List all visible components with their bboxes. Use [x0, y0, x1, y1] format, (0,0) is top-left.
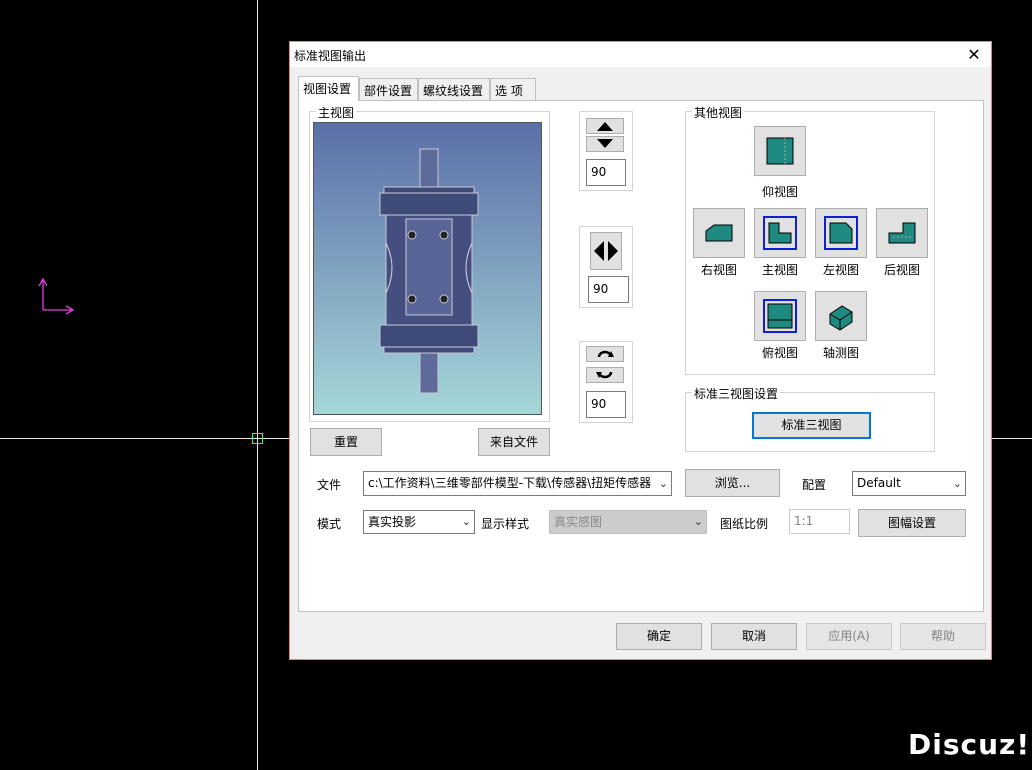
rotate-left-right-button[interactable]: [590, 232, 622, 270]
ucs-icon: [38, 277, 75, 315]
config-value: Default: [857, 476, 901, 490]
config-combo[interactable]: Default ⌄: [852, 471, 966, 496]
left-view-icon: [824, 216, 858, 250]
rotate-counterclockwise-icon: [596, 371, 613, 379]
triangle-down-icon: [597, 139, 613, 148]
main-view-label: 主视图: [316, 104, 357, 121]
bottom-view-label: 仰视图: [761, 185, 798, 199]
standard-view-dialog: 标准视图输出 ✕ 视图设置 部件设置 螺纹线设置 选 项 主视图 重置 来自文件…: [289, 41, 992, 660]
browse-button[interactable]: 浏览...: [685, 469, 780, 497]
vertical-angle-input[interactable]: 90: [586, 159, 626, 186]
dialog-title: 标准视图输出: [294, 49, 367, 63]
left-view-label: 左视图: [822, 263, 859, 277]
model-preview[interactable]: [313, 122, 542, 415]
file-path-combo[interactable]: c:\工作资料\三维零部件模型-下载\传感器\扭矩传感器 ⌄: [363, 471, 672, 496]
rotate-cw-button[interactable]: [586, 346, 624, 362]
display-style-value: 真实感图: [554, 515, 603, 529]
spin-angle-input[interactable]: 90: [586, 391, 626, 418]
file-path-value: c:\工作资料\三维零部件模型-下载\传感器\扭矩传感器: [368, 476, 652, 490]
right-view-label: 右视图: [700, 263, 737, 277]
bottom-view-icon: [766, 137, 794, 165]
standard-three-view-label: 标准三视图设置: [692, 385, 781, 402]
scale-input[interactable]: 1:1: [789, 509, 850, 534]
ok-button[interactable]: 确定: [616, 623, 702, 650]
display-style-combo[interactable]: 真实感图 ⌄: [549, 510, 707, 534]
standard-three-view-button[interactable]: 标准三视图: [752, 412, 871, 439]
watermark-logo: Discuz!: [908, 728, 1031, 761]
torque-sensor-model-icon: [379, 148, 479, 394]
other-views-label: 其他视图: [692, 104, 745, 121]
crosshair-vertical: [257, 0, 258, 770]
config-label: 配置: [802, 478, 827, 492]
mode-value: 真实投影: [368, 515, 417, 529]
tab-view-settings[interactable]: 视图设置: [298, 76, 359, 101]
pickbox-icon: [252, 433, 263, 444]
cancel-button[interactable]: 取消: [711, 623, 797, 650]
display-style-label: 显示样式: [481, 517, 530, 531]
rotate-ccw-button[interactable]: [586, 367, 624, 383]
right-view-button[interactable]: [693, 208, 745, 258]
file-label: 文件: [317, 478, 342, 492]
triangle-left-right-icon: [594, 241, 618, 261]
chevron-down-icon: ⌄: [461, 515, 471, 528]
from-file-button[interactable]: 来自文件: [478, 428, 550, 456]
front-view-icon: [763, 216, 797, 250]
rotate-up-button[interactable]: [586, 118, 624, 134]
help-button[interactable]: 帮助: [900, 623, 986, 650]
close-icon[interactable]: ✕: [965, 45, 983, 64]
sheet-setup-button[interactable]: 图幅设置: [858, 509, 966, 537]
chevron-down-icon: ⌄: [952, 477, 962, 490]
front-view-button[interactable]: [754, 208, 806, 258]
mode-label: 模式: [317, 517, 342, 531]
chevron-down-icon: ⌄: [693, 515, 703, 528]
tab-options[interactable]: 选 项: [490, 78, 536, 100]
rotate-clockwise-icon: [597, 350, 614, 358]
tab-part-settings[interactable]: 部件设置: [359, 78, 418, 100]
title-bar[interactable]: 标准视图输出 ✕: [290, 42, 991, 67]
apply-button[interactable]: 应用(A): [806, 623, 892, 650]
back-view-button[interactable]: [876, 208, 928, 258]
mode-combo[interactable]: 真实投影 ⌄: [363, 510, 475, 534]
top-view-label: 俯视图: [761, 346, 798, 360]
right-view-icon: [705, 224, 733, 242]
iso-view-button[interactable]: [815, 291, 867, 341]
back-view-icon: [888, 222, 916, 244]
top-view-button[interactable]: [754, 291, 806, 341]
triangle-up-icon: [597, 122, 613, 131]
chevron-down-icon: ⌄: [658, 477, 668, 490]
rotate-down-button[interactable]: [586, 136, 624, 152]
scale-label: 图纸比例: [720, 517, 769, 531]
top-view-icon: [763, 299, 797, 333]
tab-thread-settings[interactable]: 螺纹线设置: [418, 78, 490, 100]
left-view-button[interactable]: [815, 208, 867, 258]
horizontal-angle-input[interactable]: 90: [588, 276, 629, 303]
isometric-view-icon: [829, 305, 853, 331]
back-view-label: 后视图: [883, 263, 920, 277]
bottom-view-button[interactable]: [754, 126, 806, 176]
iso-view-label: 轴测图: [822, 346, 859, 360]
front-view-label: 主视图: [761, 263, 798, 277]
reset-button[interactable]: 重置: [310, 428, 382, 456]
